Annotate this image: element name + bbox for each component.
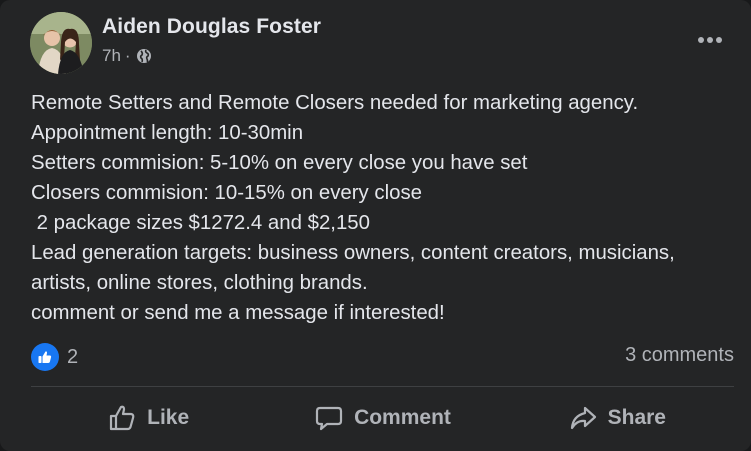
reactions-summary[interactable]: 2 bbox=[31, 340, 78, 374]
share-icon bbox=[568, 403, 598, 433]
comments-count-link[interactable]: 3 comments bbox=[625, 344, 734, 367]
post-line: Lead generation targets: business owners… bbox=[31, 242, 675, 264]
avatar[interactable] bbox=[30, 12, 92, 74]
post-line: Closers commision: 10-15% on every close bbox=[31, 182, 422, 204]
share-label: Share bbox=[607, 406, 666, 429]
post-line: Appointment length: 10-30min bbox=[31, 122, 304, 144]
like-button[interactable]: Like bbox=[31, 394, 265, 442]
globe-icon[interactable] bbox=[136, 48, 152, 64]
divider bbox=[31, 386, 734, 387]
like-reaction-icon bbox=[31, 343, 59, 371]
post-line: 2 package sizes $1272.4 and $2,150 bbox=[31, 212, 370, 234]
avatar-photo bbox=[30, 12, 92, 74]
post-line: artists, online stores, clothing brands. bbox=[31, 272, 368, 294]
post-card: Aiden Douglas Foster 7h · Remote Setters… bbox=[0, 0, 751, 451]
post-body: Remote Setters and Remote Closers needed… bbox=[31, 88, 741, 328]
post-line: Remote Setters and Remote Closers needed… bbox=[31, 92, 639, 114]
post-header: Aiden Douglas Foster 7h · bbox=[30, 12, 730, 76]
share-button[interactable]: Share bbox=[500, 394, 734, 442]
like-label: Like bbox=[147, 406, 190, 429]
reaction-count: 2 bbox=[67, 345, 79, 368]
post-meta: 7h · bbox=[102, 46, 152, 66]
more-options-icon[interactable] bbox=[690, 22, 730, 58]
comment-button[interactable]: Comment bbox=[265, 394, 499, 442]
post-stats: 2 3 comments bbox=[31, 340, 734, 374]
author-name[interactable]: Aiden Douglas Foster bbox=[102, 15, 321, 39]
thumbs-up-icon bbox=[107, 403, 137, 433]
post-timestamp[interactable]: 7h bbox=[102, 46, 121, 66]
post-line: comment or send me a message if interest… bbox=[31, 302, 445, 324]
comment-label: Comment bbox=[354, 406, 451, 429]
post-line: Setters commision: 5-10% on every close … bbox=[31, 152, 528, 174]
comment-icon bbox=[314, 403, 344, 433]
meta-separator: · bbox=[124, 46, 131, 65]
post-actions: Like Comment Share bbox=[31, 394, 734, 442]
